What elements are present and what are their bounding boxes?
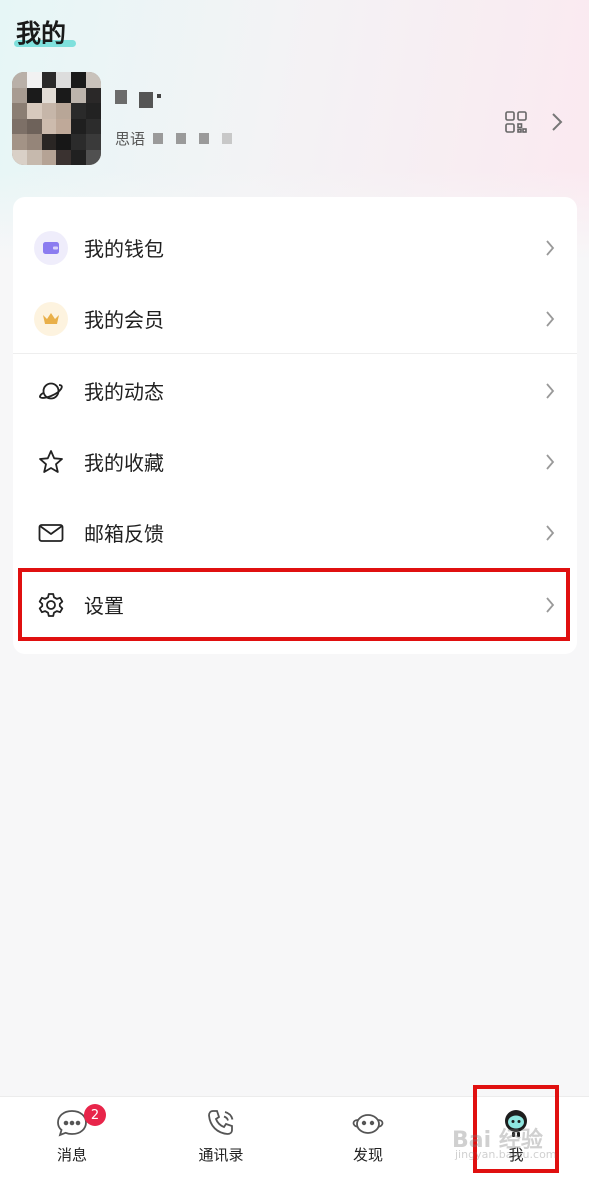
menu-item-mail-feedback[interactable]: 邮箱反馈 [13,497,577,568]
chevron-right-icon [546,596,555,613]
menu-label-settings: 设置 [84,594,124,618]
menu-card: 我的钱包 我的会员 我的动态 我的收藏 邮箱反馈 设置 [13,197,577,654]
robot-avatar-icon [505,1110,527,1137]
qr-code-icon[interactable] [504,110,528,134]
user-id-mosaic [153,133,245,144]
page-title: 我的 [16,19,67,48]
menu-item-moments[interactable]: 我的动态 [13,355,577,426]
menu-divider [13,353,577,354]
menu-label-mail-feedback: 邮箱反馈 [84,522,164,546]
menu-item-wallet[interactable]: 我的钱包 [13,212,577,283]
star-icon [33,444,69,480]
tab-messages[interactable]: 消息 [22,1097,122,1178]
mail-icon [33,515,69,551]
chevron-right-icon [546,524,555,541]
avatar[interactable] [12,72,101,165]
menu-item-favorites[interactable]: 我的收藏 [13,426,577,497]
tab-me[interactable]: 我 [466,1097,566,1178]
tab-label-messages: 消息 [56,1146,87,1164]
chevron-right-icon [546,310,555,327]
unread-badge: 2 [84,1104,106,1126]
menu-item-settings[interactable]: 设置 [13,569,577,640]
menu-label-membership: 我的会员 [84,308,164,332]
chevron-right-icon [546,239,555,256]
username-mosaic [115,90,175,108]
planet-face-icon [352,1114,384,1134]
chevron-right-icon [546,453,555,470]
menu-item-membership[interactable]: 我的会员 [13,283,577,354]
chevron-right-icon[interactable] [550,111,564,133]
menu-label-moments: 我的动态 [84,380,164,404]
tab-discover[interactable]: 发现 [318,1097,418,1178]
user-id-prefix: 思语 [115,130,146,148]
menu-label-wallet: 我的钱包 [84,237,164,261]
tab-label-me: 我 [508,1146,524,1164]
gear-icon [33,587,69,623]
tab-label-discover: 发现 [352,1146,383,1164]
tab-contacts[interactable]: 通讯录 [171,1097,271,1178]
wallet-icon [33,230,69,266]
chevron-right-icon [546,382,555,399]
planet-icon [33,373,69,409]
menu-label-favorites: 我的收藏 [84,451,164,475]
crown-icon [33,301,69,337]
profile-section[interactable]: 思语 [12,72,577,167]
tab-label-contacts: 通讯录 [198,1146,244,1164]
phone-contact-icon [208,1110,234,1135]
user-id-row: 思语 [115,128,245,149]
